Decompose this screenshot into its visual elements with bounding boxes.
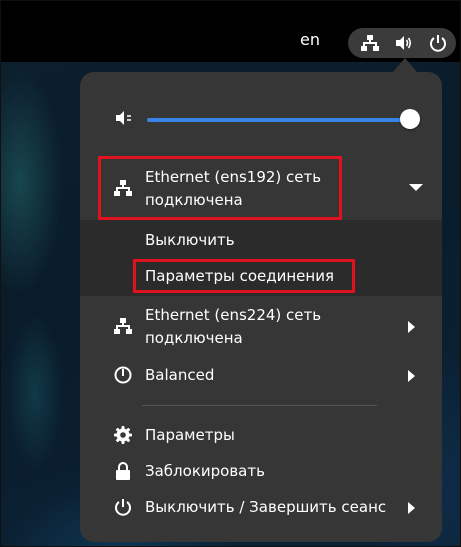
top-bar: en	[0, 0, 461, 62]
ethernet-ens224-label-line2: подключена	[145, 329, 243, 347]
ethernet-ens192-label-line1: Ethernet (ens192) сеть	[145, 168, 322, 186]
power-off-logout-label: Выключить / Завершить сеанс	[145, 498, 387, 516]
settings-item[interactable]: Параметры	[80, 423, 442, 449]
volume-slider-track[interactable]	[147, 118, 409, 122]
settings-label: Параметры	[145, 426, 235, 444]
lock-label: Заблокировать	[145, 462, 265, 480]
power-icon	[428, 33, 448, 53]
ethernet-ens224-label-line1: Ethernet (ens224) сеть	[145, 306, 322, 324]
power-mode-label: Balanced	[145, 366, 215, 384]
power-mode-item[interactable]: Balanced	[80, 363, 442, 389]
menu-pointer-arrow	[393, 58, 417, 72]
turn-off-connection-item[interactable]: Выключить	[80, 229, 442, 255]
chevron-right-icon	[408, 321, 415, 333]
volume-slider-handle[interactable]	[400, 109, 420, 129]
power-profile-icon	[113, 365, 133, 385]
power-icon	[113, 497, 133, 517]
system-menu: Ethernet (ens192) сеть подключена Выключ…	[80, 72, 442, 542]
system-status-area[interactable]	[348, 28, 456, 58]
chevron-right-icon	[408, 502, 415, 514]
speaker-icon	[113, 108, 133, 128]
lock-item[interactable]: Заблокировать	[80, 459, 442, 485]
menu-separator	[142, 405, 377, 406]
network-wired-icon	[360, 33, 380, 53]
ethernet-ens224-item[interactable]: Ethernet (ens224) сеть подключена	[80, 302, 442, 352]
turn-off-connection-label: Выключить	[145, 231, 235, 249]
gear-icon	[113, 425, 133, 445]
network-wired-icon	[113, 316, 133, 336]
speaker-volume-icon	[394, 33, 414, 53]
chevron-right-icon	[408, 370, 415, 382]
keyboard-layout-indicator[interactable]: en	[300, 30, 320, 49]
ethernet-ens192-label-line2: подключена	[145, 191, 243, 209]
power-off-logout-item[interactable]: Выключить / Завершить сеанс	[80, 495, 442, 521]
connection-settings-label: Параметры соединения	[145, 267, 334, 285]
lock-icon	[113, 461, 133, 481]
network-wired-icon	[113, 178, 133, 198]
volume-row	[80, 100, 442, 140]
ethernet-ens192-item[interactable]: Ethernet (ens192) сеть подключена	[80, 160, 442, 216]
chevron-down-icon[interactable]	[409, 184, 423, 191]
connection-settings-item[interactable]: Параметры соединения	[80, 265, 442, 291]
